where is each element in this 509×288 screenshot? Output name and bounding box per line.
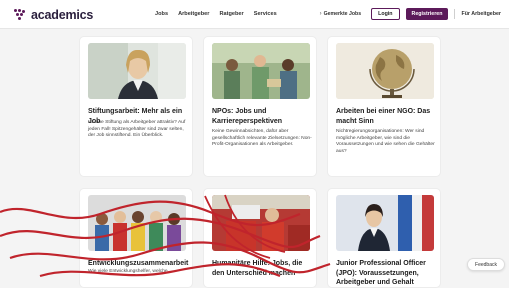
article-card[interactable]: Arbeiten bei einer NGO: Das macht Sinn N… — [327, 36, 441, 177]
logo-mark-icon — [14, 9, 28, 21]
academics-logo[interactable]: academics — [14, 8, 93, 22]
article-teaser: Nichtregierungsorganisationen: Wer sind … — [336, 129, 435, 154]
article-teaser: Wie viele Entwicklungshelfer, welche — [88, 269, 168, 274]
article-title-head: Entwicklungs — [88, 260, 134, 267]
header-actions: › Gemerkte Jobs Login Registrieren Für A… — [320, 8, 501, 20]
article-title[interactable]: Humanitäre Hilfe: Jobs, die den Untersch… — [212, 259, 312, 278]
article-title[interactable]: Entwicklungszusammenarbeit — [88, 259, 188, 269]
article-image-globe — [336, 43, 434, 99]
feedback-button[interactable]: Feedback — [467, 258, 505, 271]
article-card[interactable]: Junior Professional Officer (JPO): Vorau… — [327, 188, 441, 288]
nav-ratgeber[interactable]: Ratgeber — [219, 11, 243, 17]
article-card[interactable]: Entwicklungszusammenarbeit Wie viele Ent… — [79, 188, 193, 288]
article-image-businesswoman — [88, 43, 186, 99]
divider — [454, 9, 456, 19]
nav-services[interactable]: Services — [254, 11, 277, 17]
for-employers-link[interactable]: Für Arbeitgeber — [461, 11, 501, 17]
article-image-first-aid — [212, 195, 310, 251]
article-image-volunteers — [212, 43, 310, 99]
arrow-right-icon: › — [319, 11, 322, 17]
article-card[interactable]: NPOs: Jobs und Karriereperspektiven Kein… — [203, 36, 317, 177]
article-card[interactable]: Humanitäre Hilfe: Jobs, die den Untersch… — [203, 188, 317, 288]
article-title[interactable]: Junior Professional Officer (JPO): Vorau… — [336, 259, 436, 287]
register-button[interactable]: Registrieren — [405, 8, 449, 20]
main-nav: Jobs Arbeitgeber Ratgeber Services — [155, 11, 277, 17]
saved-jobs-link[interactable]: › Gemerkte Jobs — [320, 11, 361, 17]
saved-jobs-label: Gemerkte Jobs — [323, 11, 362, 17]
article-teaser: Keine Gewinnabsichten, dafür aber gesell… — [212, 129, 312, 148]
article-card[interactable]: Stiftungsarbeit: Mehr als ein Job Ist ei… — [79, 36, 193, 177]
article-title[interactable]: Arbeiten bei einer NGO: Das macht Sinn — [336, 107, 436, 126]
top-header: academics Jobs Arbeitgeber Ratgeber Serv… — [0, 0, 509, 29]
nav-arbeitgeber[interactable]: Arbeitgeber — [178, 11, 209, 17]
article-image-group — [88, 195, 186, 251]
article-title-head: Humanit — [212, 260, 240, 267]
nav-jobs[interactable]: Jobs — [155, 11, 168, 17]
logo-text: academics — [31, 8, 94, 22]
article-title-tail: zusammenarbeit — [133, 260, 189, 267]
login-button[interactable]: Login — [371, 8, 400, 20]
article-image-diplomat — [336, 195, 434, 251]
article-teaser: Ist eine Stiftung als Arbeitgeber attrak… — [88, 120, 186, 139]
article-title[interactable]: NPOs: Jobs und Karriereperspektiven — [212, 107, 312, 126]
